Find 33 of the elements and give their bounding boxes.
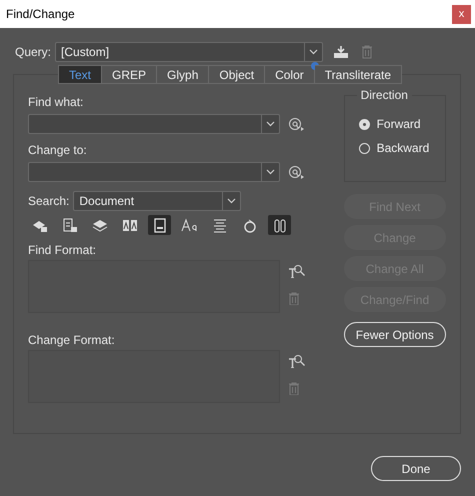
chevron-down-icon[interactable] — [309, 49, 318, 55]
find-format-label: Find Format: — [28, 243, 98, 258]
find-what-field[interactable] — [28, 114, 280, 134]
chevron-down-icon[interactable] — [227, 198, 236, 204]
at-sign-icon[interactable] — [288, 117, 304, 131]
done-button[interactable]: Done — [371, 456, 461, 481]
change-to-field[interactable] — [28, 162, 280, 182]
change-format-label: Change Format: — [28, 333, 116, 348]
window-title: Find/Change — [5, 7, 75, 21]
at-sign-icon[interactable] — [288, 165, 304, 179]
radio-icon[interactable] — [358, 142, 370, 154]
direction-title: Direction — [356, 88, 412, 102]
close-button[interactable]: x — [452, 4, 471, 24]
chevron-down-icon[interactable] — [266, 169, 275, 175]
find-what-label: Find what: — [28, 95, 84, 110]
query-label: Query: — [15, 45, 52, 59]
radio-option[interactable]: Forward — [358, 112, 421, 136]
radio-icon[interactable] — [358, 118, 370, 130]
search-label: Search: — [28, 194, 70, 208]
search-dropdown[interactable]: Document — [73, 191, 242, 211]
fewer-options-button[interactable]: Fewer Options — [344, 322, 446, 347]
tab[interactable]: GREP — [102, 65, 158, 84]
chevron-down-icon[interactable] — [266, 121, 275, 127]
text-search-icon[interactable] — [288, 264, 305, 278]
radio-option[interactable]: Backward — [358, 136, 430, 160]
tab[interactable]: Object — [209, 65, 266, 84]
query-dropdown[interactable]: [Custom] — [55, 42, 324, 62]
tab[interactable]: Transliterate — [314, 65, 402, 84]
text-search-icon[interactable] — [288, 354, 305, 368]
tab[interactable]: Glyph — [157, 65, 210, 84]
change-to-label: Change to: — [28, 143, 88, 158]
tab[interactable]: Text — [58, 65, 102, 84]
save-query-icon[interactable] — [333, 45, 350, 59]
